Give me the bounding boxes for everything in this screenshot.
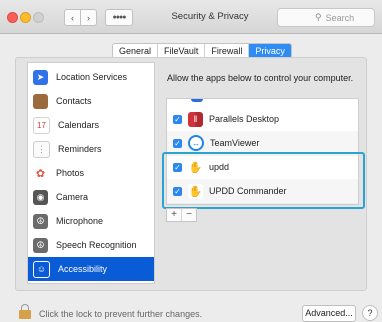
checkbox-checked[interactable]: ✓ (173, 138, 182, 148)
sidebar-item-accessibility[interactable]: ☺ Accessibility (28, 257, 154, 281)
list-item-updd[interactable]: ✓ ✋ updd (167, 155, 358, 180)
forward-button[interactable]: › (80, 9, 97, 26)
lock-icon[interactable] (19, 304, 31, 319)
updd-commander-icon: ✋ (188, 183, 203, 199)
parallels-icon: ‖ (188, 111, 203, 127)
add-remove-control: + − (166, 208, 197, 222)
list-item-teamviewer[interactable]: ✓ ↔ TeamViewer (167, 131, 358, 156)
sidebar-item-reminders[interactable]: ⋮ Reminders (28, 137, 154, 161)
search-field[interactable]: ⚲ Search (277, 8, 375, 27)
sidebar-item-label: Microphone (56, 216, 104, 226)
photos-flower-icon: ✿ (33, 165, 48, 181)
app-name: updd (209, 162, 230, 172)
sidebar-item-label: Camera (56, 192, 89, 202)
teamviewer-icon: ↔ (188, 135, 204, 151)
search-placeholder: Search (325, 12, 355, 23)
chevron-right-icon: › (87, 12, 90, 23)
app-list[interactable]: ✓ ‖ Parallels Desktop ✓ ↔ TeamViewer ✓ ✋… (166, 98, 359, 205)
chevron-left-icon: ‹ (71, 12, 74, 23)
tab-privacy[interactable]: Privacy (249, 44, 291, 58)
close-window-button[interactable] (7, 12, 18, 23)
grid-icon: ●●●● (112, 14, 127, 21)
location-arrow-icon: ➤ (33, 69, 48, 85)
add-app-button[interactable]: + (167, 209, 181, 221)
app-name: Parallels Desktop (209, 114, 280, 124)
checkbox-checked[interactable]: ✓ (173, 186, 182, 196)
camera-icon: ◉ (33, 189, 48, 205)
calendar-icon: 17 (33, 116, 50, 134)
checkbox-checked[interactable]: ✓ (173, 114, 182, 124)
sidebar-item-label: Speech Recognition (56, 240, 137, 250)
app-name: TeamViewer (210, 138, 260, 148)
title-bar: ‹ › ●●●● Security & Privacy ⚲ Search (0, 0, 382, 34)
partial-app-icon (191, 99, 203, 102)
lock-status-text: Click the lock to prevent further change… (39, 309, 203, 319)
speech-waveform-icon: ☮ (33, 237, 48, 253)
sidebar-item-location-services[interactable]: ➤ Location Services (28, 65, 154, 89)
accessibility-prompt: Allow the apps below to control your com… (167, 73, 354, 83)
back-button[interactable]: ‹ (64, 9, 81, 26)
minimize-window-button[interactable] (20, 12, 31, 23)
show-all-button[interactable]: ●●●● (105, 9, 133, 26)
sidebar-item-label: Location Services (56, 72, 128, 82)
remove-app-button[interactable]: − (181, 209, 196, 221)
sidebar-item-calendars[interactable]: 17 Calendars (28, 113, 154, 137)
contacts-book-icon (33, 93, 48, 109)
tab-general[interactable]: General (113, 44, 159, 58)
sidebar-item-label: Contacts (56, 96, 92, 106)
privacy-category-list: ➤ Location Services Contacts 17 Calendar… (27, 62, 155, 284)
checkbox-checked[interactable]: ✓ (173, 162, 182, 172)
reminders-list-icon: ⋮ (33, 140, 50, 158)
advanced-button[interactable]: Advanced... (302, 305, 356, 322)
sidebar-item-photos[interactable]: ✿ Photos (28, 161, 154, 185)
help-button[interactable]: ? (362, 305, 378, 321)
list-item-parallels-desktop[interactable]: ✓ ‖ Parallels Desktop (167, 107, 358, 132)
sidebar-item-camera[interactable]: ◉ Camera (28, 185, 154, 209)
search-icon: ⚲ (315, 12, 322, 22)
sidebar-item-label: Photos (56, 168, 85, 178)
zoom-window-button[interactable] (33, 12, 44, 23)
sidebar-item-speech-recognition[interactable]: ☮ Speech Recognition (28, 233, 154, 257)
microphone-icon: ☮ (33, 213, 48, 229)
updd-hand-icon: ✋ (188, 159, 203, 175)
tab-filevault[interactable]: FileVault (158, 44, 206, 58)
sidebar-item-contacts[interactable]: Contacts (28, 89, 154, 113)
sidebar-item-label: Reminders (58, 144, 102, 154)
window-title: Security & Privacy (171, 11, 249, 22)
app-name: UPDD Commander (209, 186, 287, 196)
sidebar-item-label: Calendars (58, 120, 100, 130)
sidebar-item-label: Accessibility (58, 264, 108, 274)
sidebar-item-microphone[interactable]: ☮ Microphone (28, 209, 154, 233)
list-item-updd-commander[interactable]: ✓ ✋ UPDD Commander (167, 179, 358, 204)
accessibility-person-icon: ☺ (33, 260, 50, 278)
tab-firewall[interactable]: Firewall (205, 44, 250, 58)
